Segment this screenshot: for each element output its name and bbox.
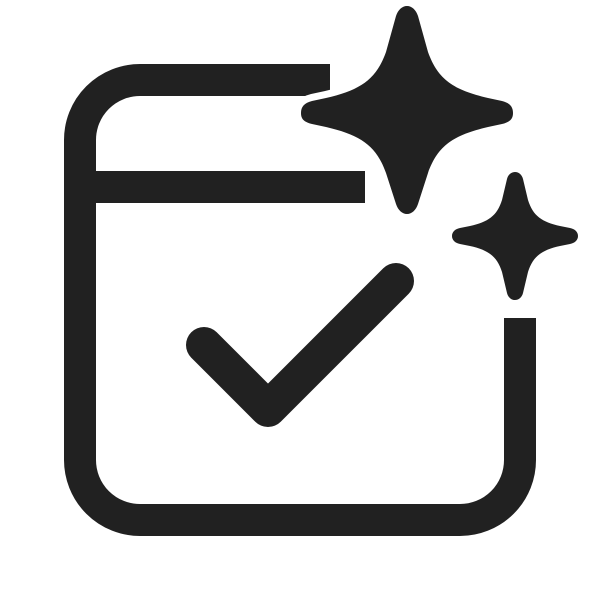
icon-canvas — [0, 0, 600, 600]
small-sparkle-icon — [446, 166, 584, 306]
calendar-check-sparkle-icon — [64, 0, 584, 536]
checkmark-icon — [186, 263, 414, 427]
